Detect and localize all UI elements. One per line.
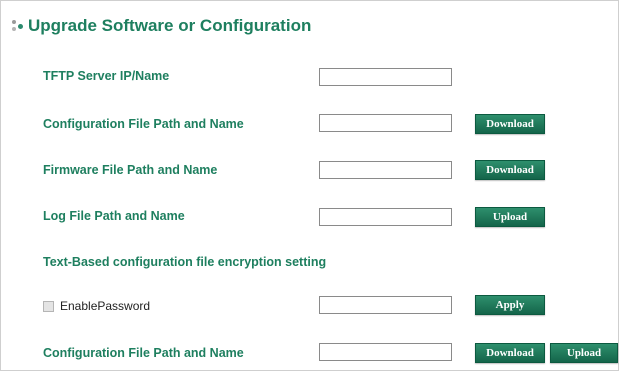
log-file-label: Log File Path and Name xyxy=(43,209,185,223)
firmware-file-input[interactable] xyxy=(319,161,452,179)
password-input[interactable] xyxy=(319,296,452,314)
tftp-server-label: TFTP Server IP/Name xyxy=(43,69,170,83)
enable-password-label: EnablePassword xyxy=(60,299,151,313)
config2-download-button[interactable]: Download xyxy=(475,343,545,363)
config-file-label-2: Configuration File Path and Name xyxy=(43,346,244,360)
enable-password-row: EnablePassword xyxy=(43,299,150,313)
apply-button[interactable]: Apply xyxy=(475,295,545,315)
firmware-file-label: Firmware File Path and Name xyxy=(43,163,218,177)
config-file-input-2[interactable] xyxy=(319,343,452,361)
bullet-dots-icon xyxy=(11,18,25,34)
config-file-input[interactable] xyxy=(319,114,452,132)
config2-upload-button[interactable]: Upload xyxy=(550,343,618,363)
tftp-server-input[interactable] xyxy=(319,68,452,86)
page-title: Upgrade Software or Configuration xyxy=(28,16,312,35)
encryption-setting-heading: Text-Based configuration file encryption… xyxy=(43,255,327,269)
firmware-download-button[interactable]: Download xyxy=(475,160,545,180)
config-file-label: Configuration File Path and Name xyxy=(43,117,244,131)
log-file-input[interactable] xyxy=(319,208,452,226)
page-title-row: Upgrade Software or Configuration xyxy=(11,14,311,38)
page-panel: Upgrade Software or Configuration TFTP S… xyxy=(0,0,619,371)
log-upload-button[interactable]: Upload xyxy=(475,207,545,227)
config-download-button[interactable]: Download xyxy=(475,114,545,134)
enable-password-checkbox[interactable] xyxy=(43,300,54,312)
